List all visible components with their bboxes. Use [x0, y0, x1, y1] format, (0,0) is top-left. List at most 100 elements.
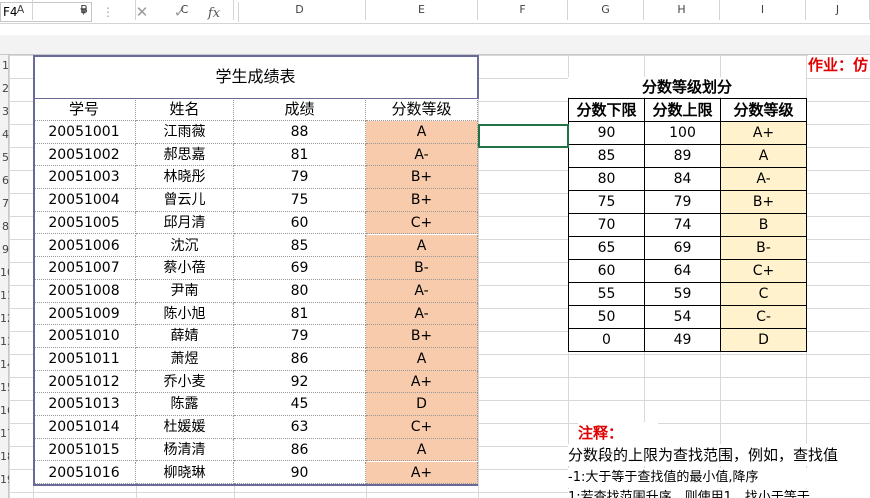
student-cell-grade[interactable]: A — [366, 234, 478, 258]
student-cell-score[interactable]: 81 — [234, 143, 366, 167]
row-header[interactable]: 4 — [0, 128, 9, 151]
student-cell-id[interactable]: 20051009 — [33, 302, 136, 326]
grade-cell-grade[interactable]: D — [720, 328, 807, 352]
grade-cell-hi[interactable]: 89 — [644, 144, 721, 168]
student-cell-id[interactable]: 20051001 — [33, 121, 136, 144]
student-cell-score[interactable]: 92 — [234, 370, 366, 394]
student-cell-grade[interactable]: A- — [366, 302, 478, 326]
student-cell-score[interactable]: 86 — [234, 438, 366, 462]
student-cell-id[interactable]: 20051004 — [33, 189, 136, 212]
student-cell-score[interactable]: 90 — [234, 461, 366, 485]
grade-cell-hi[interactable]: 79 — [644, 190, 721, 214]
student-cell-grade[interactable]: C+ — [366, 416, 478, 439]
student-cell-score[interactable]: 80 — [234, 279, 366, 303]
student-cell-name[interactable]: 陈小旭 — [136, 302, 234, 326]
student-cell-name[interactable]: 萧煜 — [136, 348, 234, 371]
grade-cell-lo[interactable]: 70 — [568, 213, 645, 237]
grade-cell-lo[interactable]: 75 — [568, 190, 645, 214]
student-cell-grade[interactable]: B- — [366, 257, 478, 280]
student-cell-name[interactable]: 陈露 — [136, 393, 234, 417]
grade-cell-hi[interactable]: 64 — [644, 259, 721, 283]
student-cell-id[interactable]: 20051007 — [33, 257, 136, 280]
student-cell-id[interactable]: 20051013 — [33, 393, 136, 417]
grade-cell-hi[interactable]: 69 — [644, 236, 721, 260]
student-cell-name[interactable]: 沈沉 — [136, 234, 234, 258]
student-cell-name[interactable]: 曾云儿 — [136, 189, 234, 212]
student-cell-grade[interactable]: A — [366, 348, 478, 371]
student-cell-score[interactable]: 45 — [234, 393, 366, 417]
grade-cell-grade[interactable]: B — [720, 213, 807, 237]
grade-cell-grade[interactable]: B+ — [720, 190, 807, 214]
row-header[interactable]: 3 — [0, 105, 9, 128]
grade-cell-lo[interactable]: 85 — [568, 144, 645, 168]
student-cell-grade[interactable]: B+ — [366, 166, 478, 190]
grade-cell-lo[interactable]: 0 — [568, 328, 645, 352]
student-cell-name[interactable]: 乔小麦 — [136, 370, 234, 394]
selected-cell-outline[interactable] — [478, 124, 569, 148]
student-cell-id[interactable]: 20051011 — [33, 348, 136, 371]
column-header[interactable]: A — [9, 0, 33, 20]
student-cell-grade[interactable]: A- — [366, 143, 478, 167]
student-cell-score[interactable]: 88 — [234, 121, 366, 144]
row-header[interactable]: 10 — [0, 266, 9, 289]
column-header[interactable]: C — [136, 0, 234, 20]
student-cell-grade[interactable]: A- — [366, 279, 478, 303]
grade-cell-grade[interactable]: A — [720, 144, 807, 168]
grade-cell-hi[interactable]: 100 — [644, 121, 721, 145]
row-header[interactable]: 18 — [0, 450, 9, 473]
student-cell-grade[interactable]: A — [366, 121, 478, 144]
student-cell-score[interactable]: 69 — [234, 257, 366, 280]
row-header[interactable]: 19 — [0, 473, 9, 496]
student-cell-score[interactable]: 79 — [234, 166, 366, 190]
student-cell-score[interactable]: 60 — [234, 211, 366, 235]
student-cell-name[interactable]: 柳晓琳 — [136, 461, 234, 485]
column-header[interactable]: E — [366, 0, 478, 20]
row-header[interactable]: 6 — [0, 174, 9, 197]
student-cell-id[interactable]: 20051015 — [33, 438, 136, 462]
student-cell-name[interactable]: 杨清清 — [136, 438, 234, 462]
student-cell-score[interactable]: 86 — [234, 348, 366, 371]
student-cell-score[interactable]: 63 — [234, 416, 366, 439]
row-header[interactable]: 2 — [0, 82, 9, 105]
student-cell-score[interactable]: 79 — [234, 325, 366, 348]
column-header[interactable]: H — [644, 0, 720, 20]
row-header[interactable]: 5 — [0, 151, 9, 174]
student-cell-name[interactable]: 邱月清 — [136, 211, 234, 235]
grade-cell-grade[interactable]: C — [720, 282, 807, 306]
grade-cell-grade[interactable]: C- — [720, 305, 807, 329]
student-cell-grade[interactable]: A — [366, 438, 478, 462]
student-cell-grade[interactable]: B+ — [366, 189, 478, 212]
grade-cell-grade[interactable]: A- — [720, 167, 807, 191]
column-header[interactable]: I — [720, 0, 806, 20]
row-header[interactable]: 13 — [0, 335, 9, 358]
grade-cell-hi[interactable]: 74 — [644, 213, 721, 237]
student-cell-id[interactable]: 20051016 — [33, 461, 136, 485]
student-cell-id[interactable]: 20051002 — [33, 143, 136, 167]
column-header[interactable]: J — [806, 0, 870, 20]
student-cell-score[interactable]: 75 — [234, 189, 366, 212]
student-cell-grade[interactable]: B+ — [366, 325, 478, 348]
grade-cell-hi[interactable]: 54 — [644, 305, 721, 329]
row-header[interactable]: 8 — [0, 220, 9, 243]
student-cell-id[interactable]: 20051008 — [33, 279, 136, 303]
student-cell-id[interactable]: 20051014 — [33, 416, 136, 439]
student-cell-score[interactable]: 85 — [234, 234, 366, 258]
grade-cell-lo[interactable]: 80 — [568, 167, 645, 191]
grade-cell-hi[interactable]: 84 — [644, 167, 721, 191]
student-cell-id[interactable]: 20051003 — [33, 166, 136, 190]
column-header[interactable]: F — [478, 0, 568, 20]
student-cell-grade[interactable]: A+ — [366, 461, 478, 485]
student-cell-name[interactable]: 蔡小蓓 — [136, 257, 234, 280]
student-cell-name[interactable]: 薛婧 — [136, 325, 234, 348]
row-header[interactable]: 11 — [0, 289, 9, 312]
grade-cell-grade[interactable]: A+ — [720, 121, 807, 145]
student-cell-name[interactable]: 江雨薇 — [136, 121, 234, 144]
student-cell-grade[interactable]: C+ — [366, 211, 478, 235]
student-cell-name[interactable]: 尹南 — [136, 279, 234, 303]
student-cell-grade[interactable]: D — [366, 393, 478, 417]
student-cell-id[interactable]: 20051010 — [33, 325, 136, 348]
grade-cell-lo[interactable]: 55 — [568, 282, 645, 306]
student-cell-grade[interactable]: A+ — [366, 370, 478, 394]
student-cell-id[interactable]: 20051006 — [33, 234, 136, 258]
row-header[interactable]: 17 — [0, 427, 9, 450]
